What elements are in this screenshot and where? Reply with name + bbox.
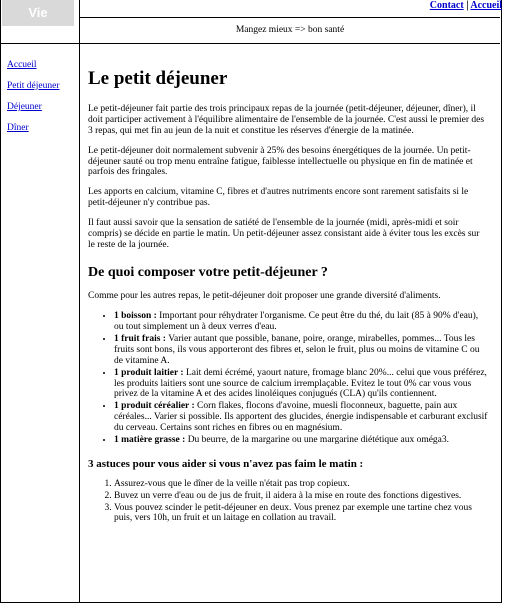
item-term: 1 produit laitier : [114,367,184,378]
item-term: 1 boisson : [114,311,157,321]
list-item: 1 produit laitier : Lait demi écrémé, ya… [114,368,488,401]
nav-item-diner[interactable]: Dîner [7,123,79,134]
section-heading-composition: De quoi composer votre petit-déjeuner ? [88,264,328,280]
tip-item: Buvez un verre d'eau ou de jus de fruit,… [114,491,488,502]
logo-cell: Vie [0,0,80,44]
paragraph: Le petit-déjeuner doit normalement subve… [88,145,473,178]
tip-item: Vous pouvez scinder le petit-déjeuner en… [114,503,488,525]
item-text: Important pour réhydrater l'organisme. C… [114,311,479,332]
section-intro: Comme pour les autres repas, le petit-dé… [88,291,441,302]
site-logo[interactable]: Vie [2,0,74,26]
list-item: 1 produit céréalier : Corn flakes, floco… [114,401,488,434]
item-text: Varier autant que possible, banane, poir… [114,333,480,366]
paragraph: Le petit-déjeuner fait partie des trois … [88,103,485,136]
main-content: Le petit déjeuner Le petit-déjeuner fait… [88,62,488,525]
slogan-bar: Mangez mieux => bon santé [80,17,500,44]
paragraph: Il faut aussi savoir que la sensation de… [88,218,480,251]
nav-item-dejeuner[interactable]: Déjeuner [7,102,79,113]
paragraph: Les apports en calcium, vitamine C, fibr… [88,187,469,209]
list-item: 1 boisson : Important pour réhydrater l'… [114,311,488,333]
top-links: Contact | Accueil [430,0,502,12]
nav-item-petit-dejeuner[interactable]: Petit déjeuner [7,81,79,92]
sidebar-nav: Accueil Petit déjeuner Déjeuner Dîner [0,44,80,603]
list-item: 1 matière grasse : Du beurre, de la marg… [114,435,488,446]
contact-link[interactable]: Contact [430,0,464,11]
slogan-text: Mangez mieux => bon santé [235,25,345,35]
item-term: 1 matière grasse : [114,435,186,446]
food-list: 1 boisson : Important pour réhydrater l'… [88,311,488,446]
list-item: 1 fruit frais : Varier autant que possib… [114,334,488,367]
tip-item: Assurez-vous que le dîner de la veille n… [114,479,488,490]
section-heading-tips: 3 astuces pour vous aider si vous n'avez… [88,458,364,471]
page-title: Le petit déjeuner [88,68,228,89]
item-term: 1 produit céréalier : [114,401,195,412]
tips-list: Assurez-vous que le dîner de la veille n… [88,479,488,525]
link-separator: | [466,0,469,11]
item-text: Du beurre, de la margarine ou une margar… [185,435,450,446]
item-term: 1 fruit frais : [114,333,166,344]
nav-item-accueil[interactable]: Accueil [7,60,79,71]
accueil-link[interactable]: Accueil [470,0,502,11]
